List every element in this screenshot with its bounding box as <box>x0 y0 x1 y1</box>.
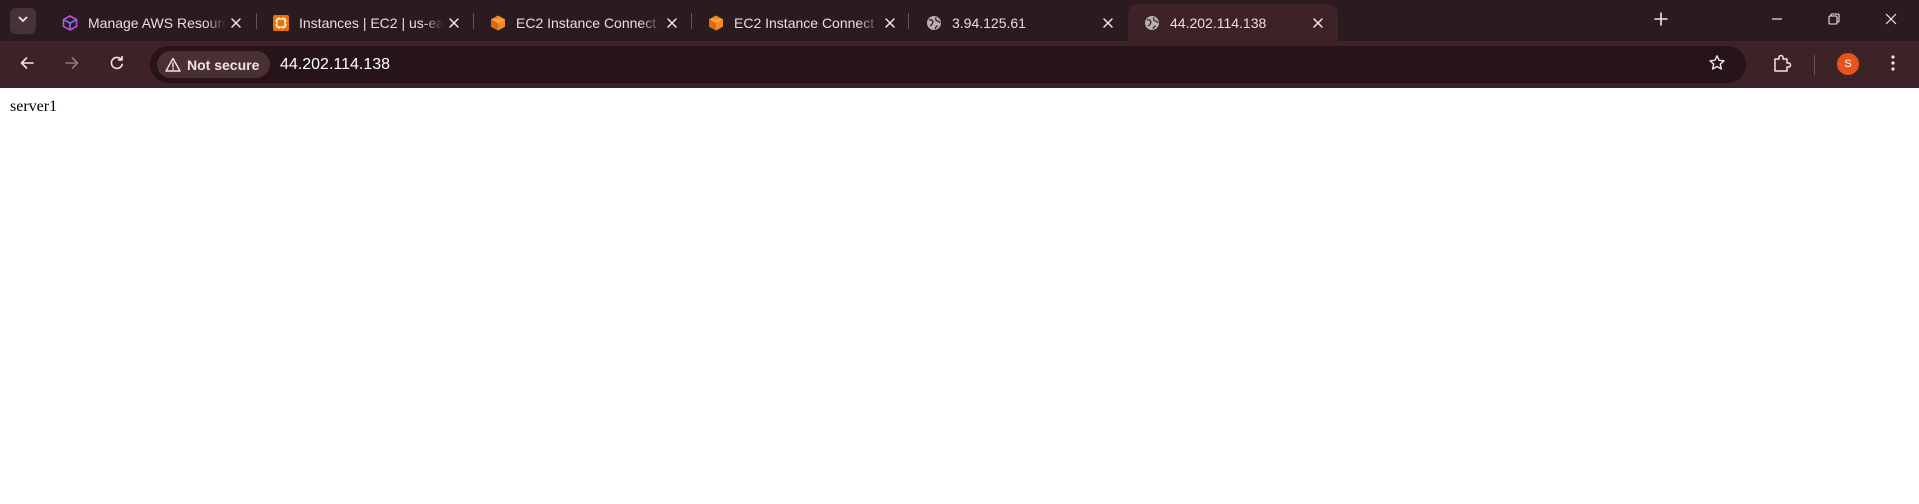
address-bar[interactable]: Not secure 44.202.114.138 <box>150 46 1746 83</box>
back-button[interactable] <box>13 51 41 79</box>
tab-44-202-114-138[interactable]: 44.202.114.138 <box>1128 4 1338 41</box>
warning-icon <box>165 57 181 73</box>
forward-button[interactable] <box>58 51 86 79</box>
reload-button[interactable] <box>103 51 131 79</box>
more-vert-icon <box>1890 54 1896 77</box>
minimize-icon <box>1771 12 1783 30</box>
back-arrow-icon <box>19 55 35 76</box>
tab-strip: Manage AWS Resources - AWS Instances | E… <box>0 0 1919 41</box>
minimize-button[interactable] <box>1754 0 1800 41</box>
tab-title: 3.94.125.61 <box>952 14 1026 31</box>
close-tab-icon[interactable] <box>1098 13 1118 33</box>
security-label: Not secure <box>187 56 260 73</box>
tab-title: Instances | EC2 | us-east-1 <box>299 14 444 31</box>
restore-icon <box>1828 12 1840 30</box>
url-text[interactable]: 44.202.114.138 <box>280 46 390 83</box>
star-icon <box>1708 54 1726 77</box>
chevron-down-icon <box>17 12 29 30</box>
bookmark-button[interactable] <box>1706 54 1728 76</box>
ec2-instance-connect-icon <box>708 15 724 31</box>
restore-button[interactable] <box>1811 0 1857 41</box>
tab-3-94-125-61[interactable]: 3.94.125.61 <box>910 4 1128 41</box>
tab-manage-aws-resources[interactable]: Manage AWS Resources - AWS <box>46 4 256 41</box>
profile-avatar[interactable]: S <box>1837 53 1859 75</box>
tab-title: EC2 Instance Connect | us-east-1 <box>734 14 880 31</box>
tab-search-button[interactable] <box>10 8 36 34</box>
close-tab-icon[interactable] <box>880 13 900 33</box>
close-tab-icon[interactable] <box>662 13 682 33</box>
globe-icon <box>926 15 942 31</box>
page-body-text: server1 <box>10 98 58 115</box>
puzzle-icon <box>1772 53 1792 78</box>
close-tab-icon[interactable] <box>1308 13 1328 33</box>
web-page-content: server1 <box>0 88 1919 504</box>
security-status-chip[interactable]: Not secure <box>157 51 270 78</box>
forward-arrow-icon <box>64 55 80 76</box>
ec2-icon <box>273 14 289 31</box>
close-tab-icon[interactable] <box>444 13 464 33</box>
reload-icon <box>109 55 125 76</box>
tab-title: 44.202.114.138 <box>1170 14 1267 31</box>
aws-cube-icon <box>62 14 78 31</box>
tab-ec2-instance-connect[interactable]: EC2 Instance Connect | us-east-1 <box>474 4 692 41</box>
tab-title: EC2 Instance Connect | us-east-1 <box>516 14 662 31</box>
close-icon <box>1885 12 1897 30</box>
ec2-instance-connect-icon <box>490 15 506 31</box>
new-tab-button[interactable] <box>1650 10 1672 32</box>
menu-button[interactable] <box>1879 51 1907 79</box>
browser-toolbar: Not secure 44.202.114.138 S <box>0 41 1919 88</box>
tab-separator <box>908 13 909 29</box>
tab-title: Manage AWS Resources - AWS <box>88 14 226 31</box>
globe-icon <box>1144 15 1160 31</box>
close-tab-icon[interactable] <box>226 13 246 33</box>
tab-instances-ec2[interactable]: Instances | EC2 | us-east-1 <box>257 4 474 41</box>
plus-icon <box>1654 11 1668 31</box>
extensions-button[interactable] <box>1768 51 1796 79</box>
close-window-button[interactable] <box>1868 0 1914 41</box>
tab-ec2-instance-connect[interactable]: EC2 Instance Connect | us-east-1 <box>692 4 910 41</box>
toolbar-divider <box>1814 55 1815 75</box>
